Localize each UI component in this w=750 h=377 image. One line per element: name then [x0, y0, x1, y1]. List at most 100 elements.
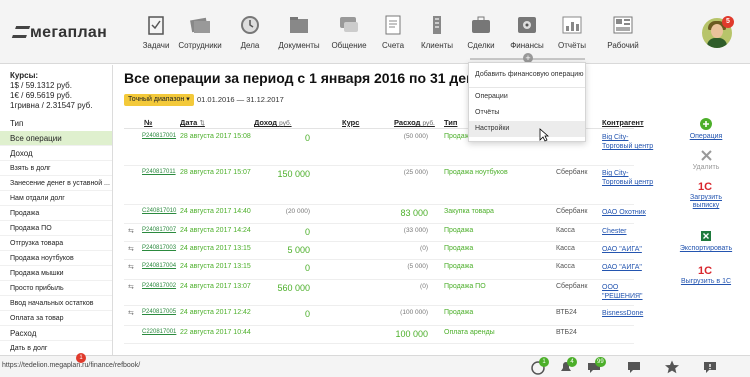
nav-item-documents[interactable]: Документы	[271, 10, 327, 60]
col-rate[interactable]: Курс	[342, 118, 359, 127]
bottom-bar: https://tedelion.megaplan.ru/finance/ref…	[0, 355, 750, 377]
workspace-icon	[612, 14, 634, 36]
logo-mark-icon	[11, 26, 31, 38]
income-value: 0	[304, 133, 310, 143]
sidebar-item-opening-balance[interactable]: Ввод начальных остатков	[0, 296, 112, 311]
contractor-link[interactable]: ООО "РЕШЕНИЯ"	[602, 283, 654, 301]
menu-item-reports[interactable]: Отчёты	[469, 105, 585, 121]
expense-value: (5 000)	[407, 263, 428, 270]
income-value: 5 000	[287, 245, 310, 255]
table-row[interactable]: C240817010 24 августа 2017 14:40 (20 000) 8…	[124, 205, 646, 224]
nav-label: Сотрудники	[178, 41, 222, 50]
operation-date: 24 августа 2017 13:15	[180, 245, 251, 252]
table-row[interactable]: ⇆ P240817004 24 августа 2017 13:15 0 (5 000)…	[124, 260, 642, 280]
expense-value: (50 000)	[403, 133, 428, 140]
sidebar-item-shipment[interactable]: Отгрузка товара	[0, 236, 112, 251]
chat-icon	[338, 14, 360, 36]
col-income[interactable]: Доход руб.	[254, 118, 292, 127]
top-navigation-bar: мегаплан Задачи Сотрудники Дела Документ…	[0, 0, 750, 64]
sort-icon: ⇅	[199, 120, 205, 127]
expense-value: 83 000	[400, 208, 428, 218]
income-value: 0	[304, 263, 310, 273]
contractor-link[interactable]: Big City-Торговый центр	[602, 169, 654, 187]
sidebar-item-borrow[interactable]: Взять в долг	[0, 161, 112, 176]
expense-value: (0)	[420, 245, 428, 252]
type-label: Тип	[10, 119, 24, 128]
contractor-link[interactable]: Chester	[602, 227, 654, 236]
sidebar-item-income[interactable]: Доход	[0, 146, 112, 161]
export-button[interactable]: Экспортировать	[676, 230, 736, 253]
bottom-star-icon[interactable]	[664, 359, 680, 375]
menu-item-operations[interactable]: Операции	[469, 89, 585, 105]
export-1c-button[interactable]: 1С Выгрузить в 1С	[676, 264, 736, 286]
add-operation-button[interactable]: Операция	[676, 118, 736, 141]
operation-number-link[interactable]: P240817001	[142, 133, 176, 139]
contractor-link[interactable]: ОАО "АИГА"	[602, 245, 654, 254]
expense-value: (0)	[420, 283, 428, 290]
table-row[interactable]: C220817001 22 августа 2017 10:44 100 000 Оп…	[124, 326, 634, 344]
nav-label: Отчёты	[558, 41, 586, 50]
period-dropdown[interactable]: Точный диапазон ▾	[124, 94, 194, 106]
operation-type: Продажа ПО	[444, 283, 486, 290]
svg-text:1С: 1С	[698, 181, 712, 191]
menu-item-settings[interactable]: Настройки	[469, 121, 585, 137]
operation-number-link[interactable]: P240817005	[142, 309, 176, 315]
table-row[interactable]: ⇆ P240817003 24 августа 2017 13:15 5 000 (0)…	[124, 242, 642, 260]
sidebar-item-mouse-sale[interactable]: Продажа мышки	[0, 266, 112, 281]
operation-number-link[interactable]: P240817011	[142, 169, 176, 175]
sidebar-item-lend[interactable]: Дать в долг	[0, 341, 112, 355]
bottom-chat-icon[interactable]	[626, 359, 642, 375]
sidebar-item-all-operations[interactable]: Все операции	[0, 131, 112, 146]
finance-dropdown-menu: Добавить финансовую операцию Операции От…	[468, 62, 586, 142]
bottom-activity-icon[interactable]: 1	[530, 357, 549, 375]
bottom-bell-icon[interactable]: 4	[558, 357, 577, 375]
operation-number-link[interactable]: P240817004	[142, 263, 176, 269]
contractor-link[interactable]: Big City-Торговый центр	[602, 133, 654, 151]
col-date[interactable]: Дата ⇅	[180, 118, 205, 127]
contractor-link[interactable]: BisnessDone	[602, 309, 654, 318]
sidebar-item-debt-returned[interactable]: Нам отдали долг	[0, 191, 112, 206]
operation-number-link[interactable]: C240817010	[142, 208, 176, 214]
nav-item-workspace[interactable]: Рабочий	[595, 10, 651, 60]
notification-badge[interactable]: 5	[722, 16, 734, 28]
bottom-feedback-icon[interactable]	[702, 359, 718, 375]
account-name: Касса	[556, 245, 575, 252]
app-logo[interactable]: мегаплан	[11, 24, 107, 42]
sidebar-item-laptop-sale[interactable]: Продажа ноутбуков	[0, 251, 112, 266]
operation-number-link[interactable]: P240817002	[142, 283, 176, 289]
sidebar-item-goods-payment[interactable]: Оплата за товар	[0, 311, 112, 326]
table-row[interactable]: P240817011 28 августа 2017 15:07 150 000 (2…	[124, 166, 653, 205]
date-range[interactable]: 01.01.2016 — 31.12.2017	[197, 95, 284, 104]
col-type[interactable]: Тип	[444, 118, 457, 127]
rate-usd: 1$ / 59.1312 руб.	[10, 81, 72, 90]
nav-item-employees[interactable]: Сотрудники	[172, 10, 228, 60]
income-value: 560 000	[277, 283, 310, 293]
operation-number-link[interactable]: C220817001	[142, 329, 176, 335]
col-contractor[interactable]: Контрагент	[602, 118, 644, 127]
table-row[interactable]: ⇆ P240817002 24 августа 2017 13:07 560 000 (…	[124, 280, 643, 306]
col-number[interactable]: №	[144, 118, 152, 127]
contractor-link[interactable]: ОАО Охотник	[602, 208, 654, 217]
repeat-icon: ⇆	[128, 246, 134, 253]
nav-item-affairs[interactable]: Дела	[222, 10, 278, 60]
operation-number-link[interactable]: P240817003	[142, 245, 176, 251]
tasks-icon	[145, 14, 167, 36]
contractor-link[interactable]: ОАО "АИГА"	[602, 263, 654, 272]
sidebar-item-capital[interactable]: Занесение денег в уставной ...	[0, 176, 112, 191]
operation-number-link[interactable]: P240817007	[142, 227, 176, 233]
menu-item-add-operation[interactable]: Добавить финансовую операцию	[469, 67, 585, 83]
table-row[interactable]: ⇆ P240817005 24 августа 2017 12:42 0 (100 00…	[124, 306, 643, 326]
sidebar-item-sale[interactable]: Продажа	[0, 206, 112, 221]
account-name: ВТБ24	[556, 329, 577, 336]
operation-type: Продажа ноутбуков	[444, 169, 508, 176]
sidebar-item-software-sale[interactable]: Продажа ПО	[0, 221, 112, 236]
col-expense[interactable]: Расход руб.	[394, 118, 435, 127]
nav-item-reports[interactable]: Отчёты	[544, 10, 600, 60]
table-row[interactable]: ⇆ P240817007 24 августа 2017 14:24 0 (33 000…	[124, 224, 634, 242]
upload-statement-button[interactable]: 1С Загрузить выписку	[676, 180, 736, 210]
sidebar-item-expense[interactable]: Расход	[0, 326, 112, 341]
bottom-messages-icon[interactable]: 99	[586, 357, 606, 375]
delete-button[interactable]: Удалить	[676, 150, 736, 172]
sidebar-item-profit[interactable]: Просто прибыль	[0, 281, 112, 296]
svg-text:1С: 1С	[698, 265, 712, 275]
